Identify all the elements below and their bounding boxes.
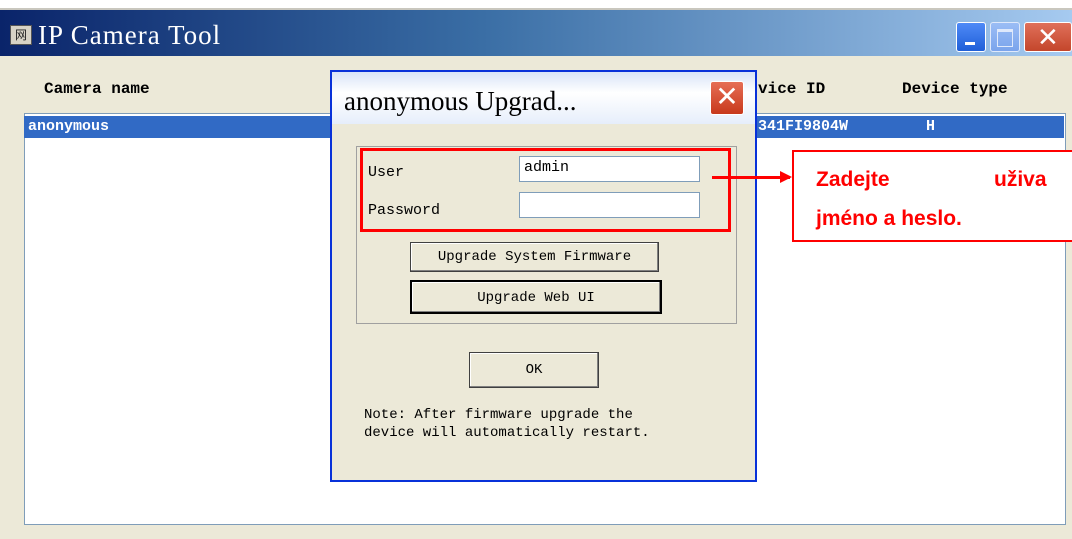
maximize-button[interactable] [990, 22, 1020, 52]
credentials-highlight [360, 148, 731, 232]
column-header-camera-name[interactable]: Camera name [44, 80, 150, 98]
cell-device-type: H [926, 118, 936, 135]
window-title: IP Camera Tool [38, 20, 222, 50]
column-header-device-id[interactable]: vice ID [758, 80, 825, 98]
upgrade-webui-button[interactable]: Upgrade Web UI [410, 280, 662, 314]
cell-camera-name: anonymous [28, 118, 110, 135]
callout-line-2: jméno a heslo. [816, 207, 962, 230]
ok-button[interactable]: OK [469, 352, 599, 388]
callout-word-2: uživa [994, 168, 1047, 191]
note-line-2: device will automatically restart. [364, 425, 650, 441]
upgrade-firmware-button[interactable]: Upgrade System Firmware [410, 242, 659, 272]
annotation-callout: Zadejte uživa jméno a heslo. [792, 150, 1072, 242]
dialog-close-button[interactable]: ✕ [710, 81, 744, 115]
upgrade-dialog: anonymous Upgrad... ✕ User admin Passwor… [330, 70, 757, 482]
close-icon: ✕ [1037, 23, 1059, 53]
callout-arrow-line [712, 176, 790, 179]
dialog-title-bar[interactable]: anonymous Upgrad... ✕ [332, 72, 755, 124]
close-button[interactable]: ✕ [1024, 22, 1072, 53]
main-title-bar[interactable]: 网 IP Camera Tool ✕ [0, 10, 1072, 56]
top-border [0, 0, 1072, 10]
dialog-title: anonymous Upgrad... [344, 86, 577, 116]
callout-arrow-icon [780, 171, 792, 183]
callout-word-1: Zadejte [816, 168, 890, 191]
upgrade-note: Note: After firmware upgrade the device … [364, 406, 650, 442]
app-icon: 网 [10, 25, 32, 45]
cell-device-id: 341FI9804W [758, 118, 849, 135]
column-header-device-type[interactable]: Device type [902, 80, 1008, 98]
minimize-button[interactable] [956, 22, 986, 52]
note-line-1: Note: After firmware upgrade the [364, 407, 633, 423]
close-icon: ✕ [715, 80, 739, 113]
